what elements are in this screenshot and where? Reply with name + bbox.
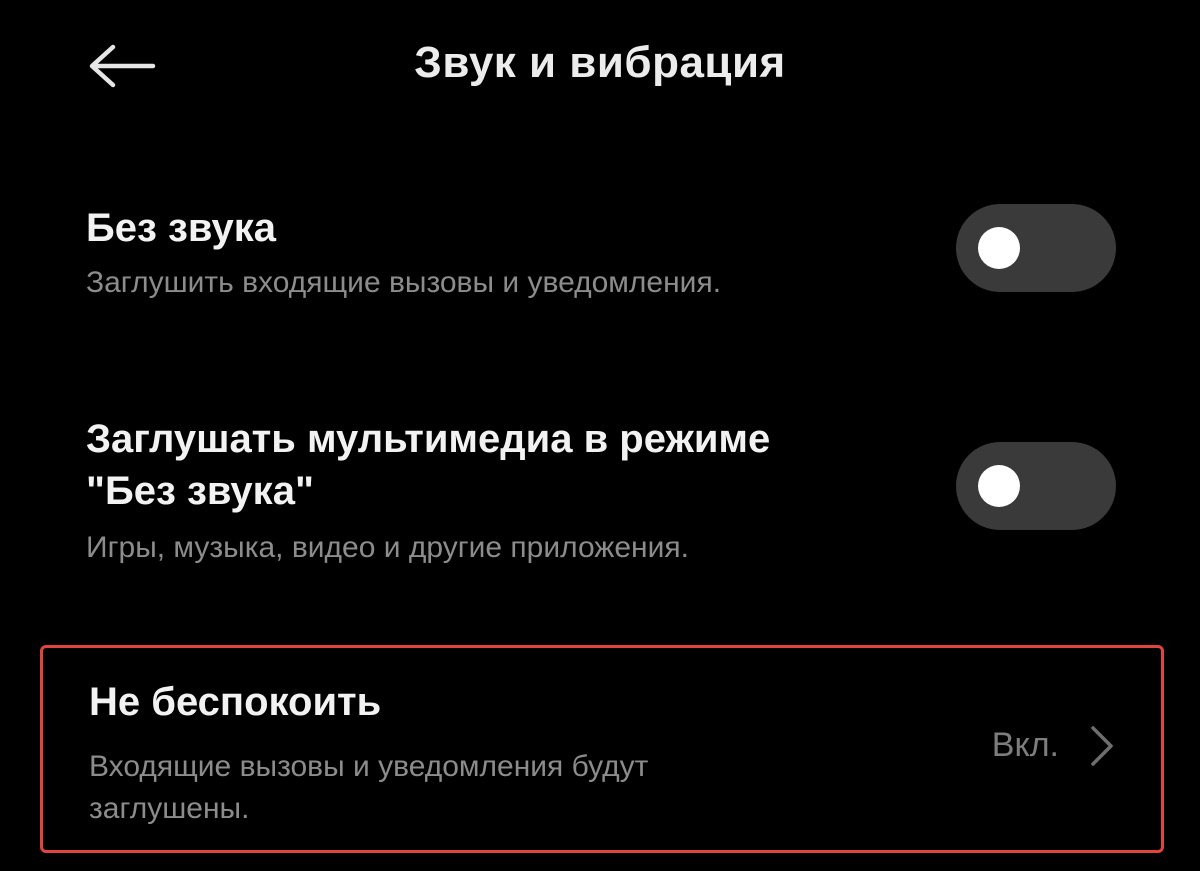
toggle-knob	[978, 465, 1020, 507]
setting-title-line-1: Заглушать мультимедиа в режиме	[86, 417, 771, 461]
setting-do-not-disturb[interactable]: Не беспокоить Входящие вызовы и уведомле…	[40, 645, 1164, 853]
setting-subtitle-line-1: Входящие вызовы и уведомления будут	[89, 750, 649, 783]
setting-title: Не беспокоить	[89, 680, 382, 724]
setting-mute-media[interactable]: Заглушать мультимедиа в режиме "Без звук…	[40, 405, 1164, 580]
toggle-knob	[978, 227, 1020, 269]
top-app-bar: Звук и вибрация	[0, 0, 1200, 140]
page-title: Звук и вибрация	[414, 38, 786, 87]
chevron-right-icon	[1091, 726, 1113, 766]
silent-mode-toggle[interactable]	[956, 204, 1116, 292]
status-value: Вкл.	[991, 726, 1059, 764]
setting-subtitle: Игры, музыка, видео и другие приложения.	[86, 531, 689, 564]
mute-media-toggle[interactable]	[956, 442, 1116, 530]
setting-silent-mode[interactable]: Без звука Заглушить входящие вызовы и ув…	[40, 190, 1164, 320]
setting-subtitle: Заглушить входящие вызовы и уведомления.	[86, 266, 722, 299]
setting-title: Без звука	[86, 206, 276, 250]
setting-title-line-2: "Без звука"	[86, 469, 314, 513]
setting-subtitle-line-2: заглушены.	[89, 792, 250, 825]
